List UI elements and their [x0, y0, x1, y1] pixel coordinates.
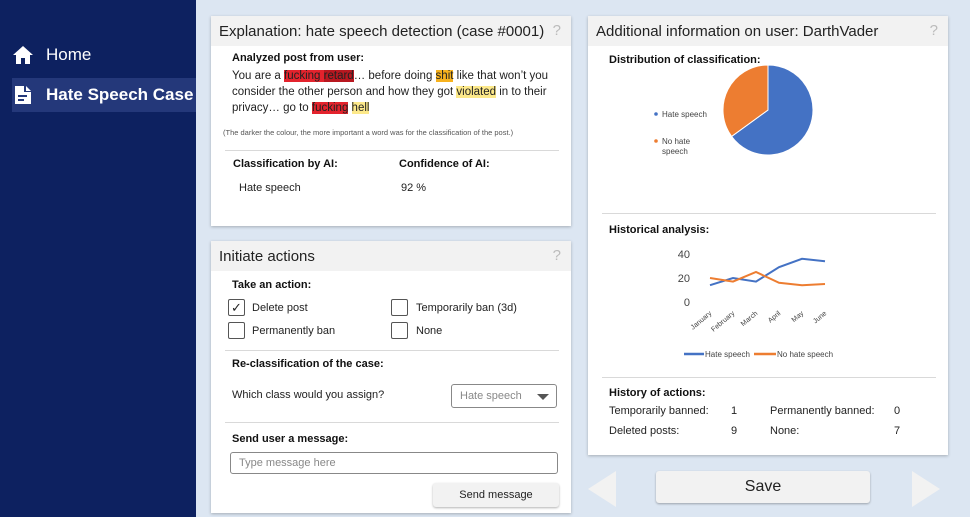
highlighted-word: shit	[435, 70, 454, 82]
historical-line-chart: 02040JanuaryFebruary March April May JuneHat…	[678, 249, 833, 359]
highlighted-word: fucking	[311, 102, 349, 114]
temporarily-ban-checkbox[interactable]	[391, 299, 408, 316]
legend-label: speech	[662, 147, 688, 156]
legend-label: No hate	[662, 137, 691, 146]
post-text-segment: You are a	[232, 70, 285, 82]
reclass-label: Re-classification of the case:	[232, 358, 384, 370]
message-label: Send user a message:	[232, 433, 349, 445]
y-tick-label: 0	[684, 297, 690, 309]
x-tick-label: February	[710, 310, 736, 334]
highlighted-word: violated	[456, 86, 497, 98]
message-input[interactable]	[230, 452, 558, 474]
divider	[225, 422, 559, 423]
post-text-segment: … before doing	[353, 70, 436, 82]
analyzed-post-text: You are a fucking retard… before doing s…	[232, 68, 562, 116]
permanently-ban-checkbox[interactable]	[228, 322, 245, 339]
legend-label: No hate speech	[777, 350, 833, 359]
stat-value: 9	[731, 425, 738, 437]
user-info-card: Additional information on user: DarthVad…	[588, 16, 948, 455]
highlighted-word: fucking	[284, 70, 324, 82]
x-tick-label: June	[812, 310, 828, 325]
class-select-value: Hate speech	[460, 390, 522, 402]
confidence-label: Confidence of AI:	[399, 158, 490, 170]
permanently-ban-label: Permanently ban	[252, 325, 336, 337]
actions-card: Initiate actions ? Take an action: ✓ Del…	[211, 241, 571, 513]
explanation-note: (The darker the colour, the more importa…	[223, 128, 514, 137]
stat-value: 7	[894, 425, 901, 437]
reclass-question: Which class would you assign?	[232, 389, 385, 401]
home-icon	[12, 44, 34, 66]
user-info-title: Additional information on user: DarthVad…	[596, 22, 879, 40]
y-tick-label: 40	[678, 249, 690, 261]
document-icon	[12, 84, 34, 106]
help-icon[interactable]: ?	[553, 247, 561, 264]
divider	[225, 150, 559, 151]
sidebar-item-home[interactable]: Home	[12, 38, 196, 72]
stat-label: None:	[770, 425, 800, 437]
help-icon[interactable]: ?	[553, 22, 561, 39]
stat-label: Deleted posts:	[609, 425, 680, 437]
previous-arrow-icon[interactable]	[588, 471, 616, 507]
user-info-card-header: Additional information on user: DarthVad…	[588, 16, 948, 46]
actions-history-label: History of actions:	[609, 387, 706, 399]
stat-label: Temporarily banned:	[609, 405, 709, 417]
divider	[602, 213, 936, 214]
actions-card-header: Initiate actions ?	[211, 241, 571, 271]
post-heading: Analyzed post from user:	[232, 52, 365, 64]
classification-label: Classification by AI:	[233, 158, 338, 170]
stat-label: Permanently banned:	[770, 405, 875, 417]
explanation-title: Explanation: hate speech detection (case…	[219, 22, 545, 40]
none-checkbox[interactable]	[391, 322, 408, 339]
sidebar-item-label: Hate Speech Case	[46, 85, 194, 104]
help-icon[interactable]: ?	[930, 22, 938, 39]
stat-value: 0	[894, 405, 901, 417]
class-select[interactable]: Hate speech	[451, 384, 557, 408]
history-label: Historical analysis:	[609, 224, 710, 236]
divider	[602, 377, 936, 378]
take-action-label: Take an action:	[232, 279, 312, 291]
legend-label: Hate speech	[662, 110, 707, 119]
sidebar-item-hate-speech-case[interactable]: Hate Speech Case	[12, 78, 196, 112]
x-tick-label: May	[791, 310, 806, 324]
highlighted-word: hell	[351, 102, 370, 114]
sidebar-item-label: Home	[46, 45, 92, 64]
classification-value: Hate speech	[239, 182, 301, 194]
explanation-card: Explanation: hate speech detection (case…	[211, 16, 571, 226]
actions-title: Initiate actions	[219, 247, 315, 265]
delete-post-label: Delete post	[252, 302, 308, 314]
confidence-value: 92 %	[401, 182, 427, 194]
delete-post-checkbox[interactable]: ✓	[228, 299, 245, 316]
chevron-down-icon	[537, 394, 549, 400]
temporarily-ban-label: Temporarily ban (3d)	[416, 302, 517, 314]
y-tick-label: 20	[678, 273, 690, 285]
legend-marker	[654, 112, 658, 116]
none-label: None	[416, 325, 443, 337]
next-arrow-icon[interactable]	[912, 471, 940, 507]
x-tick-label: March	[740, 310, 759, 328]
save-button[interactable]: Save	[656, 471, 870, 503]
sidebar: Home Hate Speech Case	[0, 0, 196, 517]
stat-value: 1	[731, 405, 738, 417]
distribution-pie-chart: Hate speech No hatespeech	[654, 64, 814, 156]
legend-marker	[654, 139, 658, 143]
divider	[225, 350, 559, 351]
explanation-card-header: Explanation: hate speech detection (case…	[211, 16, 571, 46]
send-message-button[interactable]: Send message	[433, 483, 559, 507]
legend-label: Hate speech	[705, 350, 750, 359]
x-tick-label: April	[767, 310, 783, 325]
checkmark-icon: ✓	[231, 300, 242, 315]
highlighted-word: retard	[323, 70, 354, 82]
